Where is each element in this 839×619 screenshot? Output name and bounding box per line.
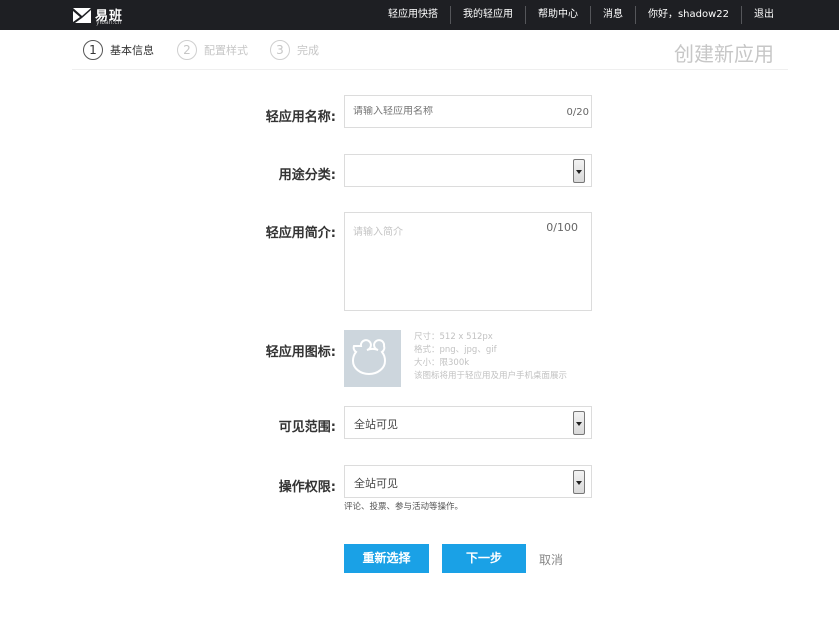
step-progress: 1 基本信息 2 配置样式 3 完成 创建新应用 <box>72 30 788 70</box>
step-label: 基本信息 <box>110 44 154 57</box>
permission-select[interactable]: 全站可见 <box>344 465 592 498</box>
icon-hint-size: 尺寸：512 x 512px <box>414 332 493 342</box>
visibility-label: 可见范围: <box>278 420 336 435</box>
visibility-value: 全站可见 <box>354 418 398 431</box>
icon-upload-box[interactable] <box>344 330 401 387</box>
icon-requirements: 尺寸：512 x 512px 格式：png、jpg、gif 大小：限300k 该… <box>414 331 567 383</box>
step-label: 完成 <box>297 44 319 57</box>
nav-quick-build[interactable]: 轻应用快搭 <box>376 0 450 30</box>
nav-messages[interactable]: 消息 <box>591 0 635 30</box>
category-select[interactable] <box>344 154 592 187</box>
app-name-counter: 0/20 <box>566 107 589 118</box>
nav-my-apps[interactable]: 我的轻应用 <box>451 0 525 30</box>
page-title: 创建新应用 <box>674 42 774 66</box>
app-name-field[interactable]: 0/20 <box>344 95 592 128</box>
permission-label: 操作权限: <box>278 480 336 495</box>
nav-user-greeting[interactable]: 你好，shadow22 <box>636 0 741 30</box>
step-basic-info: 1 基本信息 <box>83 40 154 60</box>
intro-counter: 0/100 <box>546 221 578 234</box>
icon-hint-usage: 该图标将用于轻应用及用户手机桌面展示 <box>414 371 568 381</box>
app-name-input[interactable] <box>353 106 553 117</box>
cancel-link[interactable]: 取消 <box>539 551 563 568</box>
logo-mail-icon <box>73 8 91 23</box>
nav-help-center[interactable]: 帮助中心 <box>526 0 590 30</box>
step-label: 配置样式 <box>204 44 248 57</box>
permission-value: 全站可见 <box>354 477 398 490</box>
chevron-down-icon[interactable] <box>573 411 585 435</box>
chevron-down-icon[interactable] <box>573 470 585 494</box>
top-nav: 轻应用快搭 我的轻应用 帮助中心 消息 你好，shadow22 退出 <box>376 0 786 30</box>
intro-textarea[interactable]: 请输入简介 0/100 <box>344 212 592 311</box>
top-bar: 易班 yiban.cn 轻应用快搭 我的轻应用 帮助中心 消息 你好，shado… <box>0 0 839 30</box>
brand-domain: yiban.cn <box>96 19 122 26</box>
intro-label: 轻应用简介: <box>265 226 336 241</box>
chevron-down-icon[interactable] <box>573 159 585 183</box>
step-number: 3 <box>270 40 290 60</box>
category-label: 用途分类: <box>278 168 336 183</box>
yiban-logo[interactable]: 易班 yiban.cn <box>72 4 132 26</box>
visibility-select[interactable]: 全站可见 <box>344 406 592 439</box>
step-number: 1 <box>83 40 103 60</box>
nav-logout[interactable]: 退出 <box>742 0 786 30</box>
icon-label: 轻应用图标: <box>265 345 336 360</box>
step-style-config: 2 配置样式 <box>177 40 248 60</box>
app-name-label: 轻应用名称: <box>265 110 336 125</box>
icon-hint-filesize: 大小：限300k <box>414 358 470 368</box>
permission-note: 评论、投票、参与活动等操作。 <box>344 502 464 512</box>
intro-placeholder: 请输入简介 <box>353 227 403 238</box>
step-number: 2 <box>177 40 197 60</box>
bear-placeholder-icon <box>352 339 386 375</box>
icon-hint-format: 格式：png、jpg、gif <box>414 345 497 355</box>
step-complete: 3 完成 <box>270 40 319 60</box>
next-step-button[interactable]: 下一步 <box>442 544 526 573</box>
reselect-button[interactable]: 重新选择 <box>344 544 429 573</box>
